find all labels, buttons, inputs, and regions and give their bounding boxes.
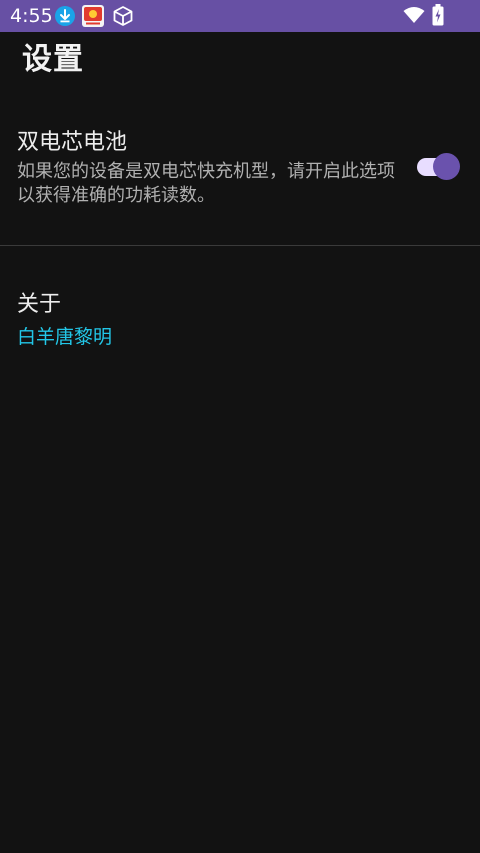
wifi-icon: [403, 6, 425, 24]
toggle-thumb: [433, 153, 460, 180]
app-notification-icon: [82, 5, 104, 27]
status-time: 4:55: [10, 5, 53, 27]
about-title: 关于: [17, 292, 62, 317]
battery-charging-icon: [432, 4, 444, 26]
download-icon: [54, 5, 76, 27]
about-author: 白羊唐黎明: [17, 326, 113, 348]
page-title: 设置: [22, 42, 84, 77]
status-bar: 4:55: [0, 0, 480, 32]
dual-cell-battery-toggle[interactable]: [415, 152, 461, 182]
dual-cell-battery-summary: 如果您的设备是双电芯快充机型，请开启此选项以获得准确的功耗读数。: [17, 161, 395, 206]
section-divider: [0, 245, 480, 246]
dual-cell-battery-preference[interactable]: 双电芯电池 如果您的设备是双电芯快充机型，请开启此选项以获得准确的功耗读数。: [0, 118, 480, 228]
cube-icon: [112, 5, 134, 27]
about-preference[interactable]: 关于 白羊唐黎明: [0, 280, 480, 360]
dual-cell-battery-title: 双电芯电池: [17, 130, 128, 155]
